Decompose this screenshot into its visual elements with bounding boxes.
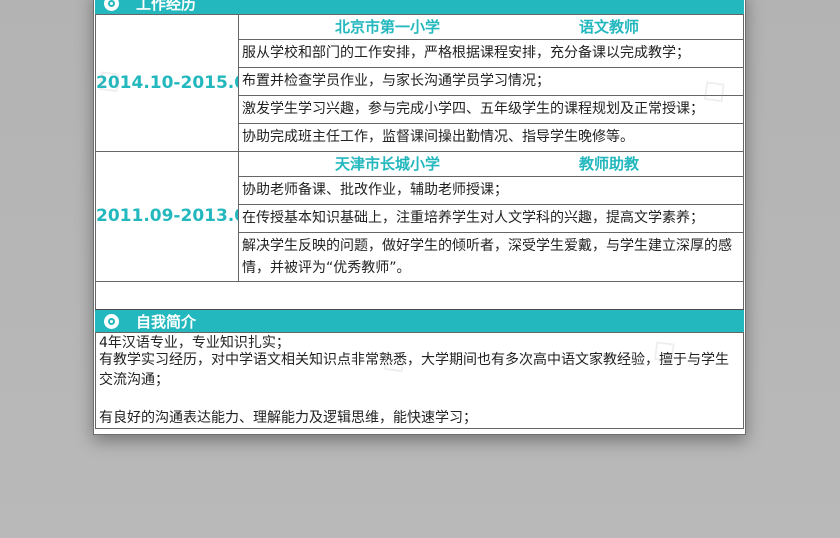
job-2-duty: 在传授基本知识基础上，注重培养学生对人文学科的兴趣，提高文学素养； — [238, 204, 744, 233]
self-intro-title: 自我简介 — [136, 313, 197, 331]
job-2-organization: 天津市长城小学 — [335, 155, 441, 173]
job-1-duty: 布置并检查学员作业，与家长沟通学员学习情况； — [238, 67, 744, 96]
job-2-header: 天津市长城小学 教师助教 — [238, 151, 744, 177]
job-1-duty: 激发学生学习兴趣，参与完成小学四、五年级学生的课程规划及正常授课； — [238, 95, 744, 124]
job-1-duty: 协助完成班主任工作，监督课间操出勤情况、指导学生晚修等。 — [238, 123, 744, 152]
self-intro-header: 自我简介 — [95, 309, 744, 333]
work-experience-header: 工作经历 — [95, 0, 744, 15]
job-1-position: 语文教师 — [579, 18, 640, 36]
job-2-duty: 解决学生反映的问题，做好学生的倾听者，深受学生爱戴，与学生建立深厚的感情，并被评… — [238, 232, 744, 282]
job-1-header-row: 2014.10-2015.06 北京市第一小学 语文教师 — [95, 14, 744, 152]
job-2-duty: 协助老师备课、批改作业，辅助老师授课； — [238, 176, 744, 205]
self-intro-body: 4年汉语专业，专业知识扎实； 有教学实习经历，对中学语文相关知识点非常熟悉，大学… — [95, 332, 744, 429]
resume-sheet: 工作经历 2014.10-2015.06 北京市第一小学 语文教师 服从学校和部… — [93, 0, 746, 435]
job-1-organization: 北京市第一小学 — [335, 18, 441, 36]
job-2-position: 教师助教 — [579, 155, 640, 173]
work-experience-table: 2014.10-2015.06 北京市第一小学 语文教师 服从学校和部门的工作安… — [95, 14, 744, 315]
section-circle-icon — [104, 0, 119, 11]
section-circle-icon — [104, 314, 119, 329]
job-1-period: 2014.10-2015.06 — [95, 14, 239, 152]
job-1-header: 北京市第一小学 语文教师 — [238, 14, 744, 40]
self-intro-line: 有良好的沟通表达能力、理解能力及逻辑思维，能快速学习； — [99, 410, 477, 426]
job-1-duty: 服从学校和部门的工作安排，严格根据课程安排，充分备课以完成教学； — [238, 39, 744, 68]
self-intro-line: 有教学实习经历，对中学语文相关知识点非常熟悉，大学期间也有多次高中语文家教经验，… — [99, 352, 729, 388]
job-2-header-row: 2011.09-2013.06 天津市长城小学 教师助教 — [95, 151, 744, 282]
job-2-period: 2011.09-2013.06 — [95, 151, 239, 282]
